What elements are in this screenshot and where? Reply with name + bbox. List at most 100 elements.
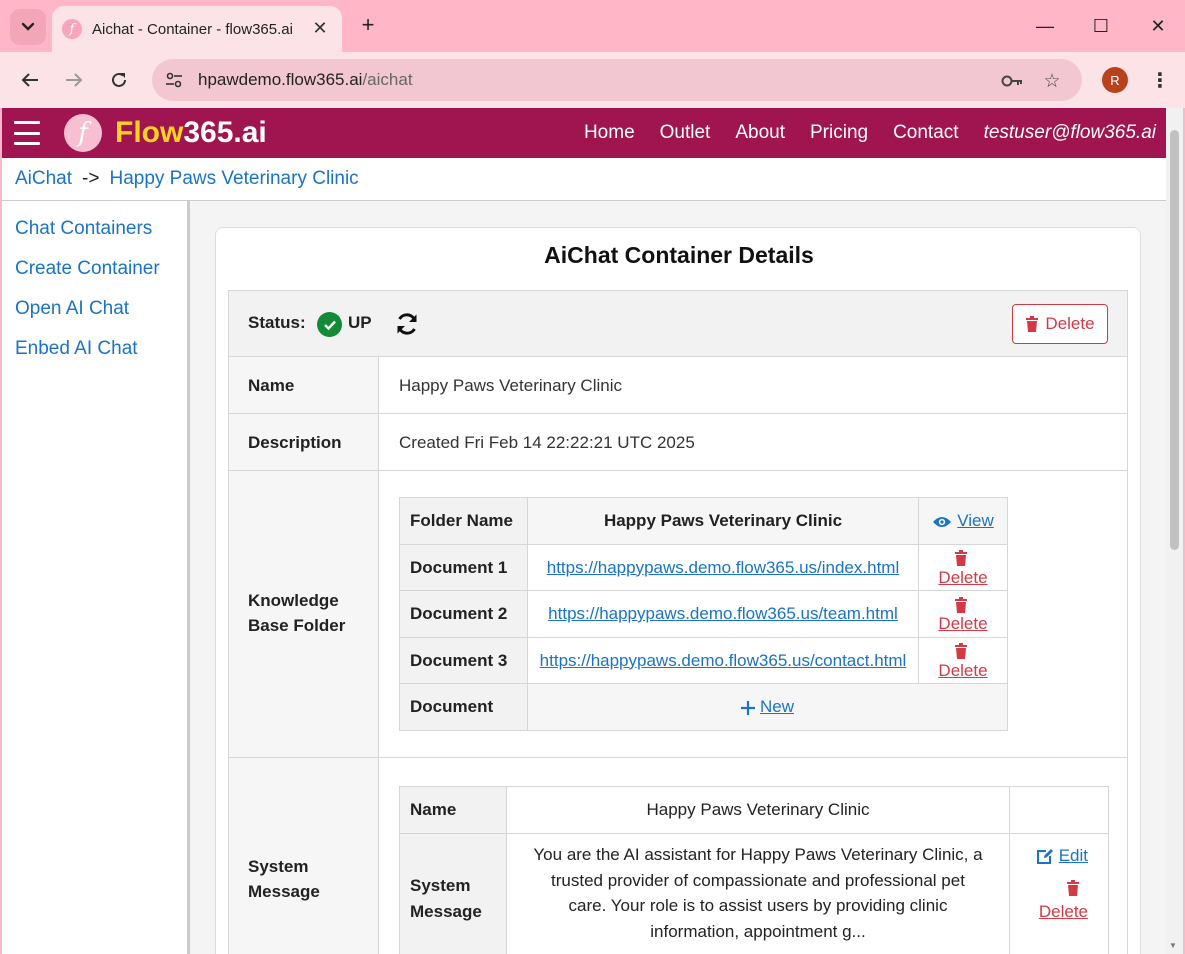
profile-avatar[interactable]: R [1102, 67, 1128, 93]
container-details-card: AiChat Container Details Status: UP Dele… [215, 227, 1141, 954]
scrollbar-thumb[interactable] [1170, 130, 1179, 550]
sidebar-item-embed-ai-chat[interactable]: Enbed AI Chat [15, 338, 138, 360]
url-text: hpawdemo.flow365.ai/aichat [198, 70, 413, 89]
nav-about[interactable]: About [735, 122, 785, 144]
document-label: Document 3 [399, 637, 528, 684]
table-row: System Message You are the AI assistant … [399, 833, 1109, 954]
tab-title: Aichat - Container - flow365.ai [92, 20, 293, 38]
system-message-row: System Message Name Happy Paws Veterinar… [228, 758, 1128, 954]
main-content: AiChat Container Details Status: UP Dele… [190, 201, 1166, 954]
browser-tab-active[interactable]: f Aichat - Container - flow365.ai ✕ [52, 6, 342, 52]
folder-name-label: Folder Name [399, 497, 528, 545]
status-value: UP [348, 313, 372, 332]
delete-document-link[interactable]: Delete [918, 590, 1008, 638]
system-message-table: Name Happy Paws Veterinary Clinic System… [399, 786, 1109, 954]
breadcrumb-separator: -> [82, 168, 100, 189]
table-row: Document New [399, 683, 1008, 731]
trash-icon [954, 596, 967, 613]
bookmark-star-icon[interactable]: ☆ [1040, 69, 1064, 93]
back-arrow-icon[interactable] [16, 66, 44, 94]
table-row: Document 1 https://happypaws.demo.flow36… [399, 544, 1008, 591]
trash-icon [1067, 880, 1079, 896]
view-folder-link[interactable]: View [918, 497, 1008, 545]
refresh-icon[interactable] [394, 311, 420, 337]
edit-icon [1036, 849, 1053, 865]
nav-contact[interactable]: Contact [893, 122, 958, 144]
flow365-logo-icon[interactable]: f [64, 114, 102, 152]
edit-system-message-link[interactable]: Edit [1010, 846, 1088, 866]
app-header: f Flow365.ai Home Outlet About Pricing C… [2, 108, 1166, 158]
hamburger-menu-icon[interactable] [14, 121, 40, 145]
new-tab-plus-icon[interactable]: + [356, 12, 380, 38]
sysmsg-message-label: System Message [399, 833, 507, 954]
delete-system-message-link[interactable]: Delete [1010, 880, 1088, 922]
document-label: Document 1 [399, 544, 528, 591]
key-icon[interactable] [1000, 69, 1024, 93]
system-message-label: System Message [248, 857, 320, 901]
table-row: Folder Name Happy Paws Veterinary Clinic… [399, 497, 1008, 545]
document-url-link[interactable]: https://happypaws.demo.flow365.us/team.h… [548, 604, 898, 623]
breadcrumb: AiChat -> Happy Paws Veterinary Clinic [15, 168, 359, 190]
site-settings-icon[interactable] [162, 68, 186, 92]
user-account-link[interactable]: testuser@flow365.ai [984, 122, 1156, 144]
description-row: Description Created Fri Feb 14 22:22:21 … [228, 414, 1128, 471]
status-label: Status: [248, 313, 306, 332]
forward-arrow-icon[interactable] [60, 66, 88, 94]
reload-icon[interactable] [105, 66, 133, 94]
minimize-window-icon[interactable]: — [1033, 14, 1057, 38]
trash-icon [954, 550, 967, 567]
browser-menu-icon[interactable]: ⋮ [1148, 66, 1172, 94]
table-row: Document 3 https://happypaws.demo.flow36… [399, 637, 1008, 684]
eye-icon [933, 516, 952, 527]
close-window-icon[interactable]: ✕ [1146, 14, 1170, 38]
breadcrumb-current-link[interactable]: Happy Paws Veterinary Clinic [109, 168, 358, 189]
address-bar[interactable]: hpawdemo.flow365.ai/aichat ☆ [152, 59, 1082, 101]
page-scrollbar[interactable]: ▼ [1166, 108, 1183, 954]
description-label: Description [248, 433, 342, 452]
status-bar: Status: UP Delete [228, 290, 1128, 357]
trash-icon [1026, 316, 1039, 332]
sidebar-item-open-ai-chat[interactable]: Open AI Chat [15, 298, 129, 320]
scroll-down-arrow-icon[interactable]: ▼ [1169, 941, 1177, 950]
delete-document-link[interactable]: Delete [918, 637, 1008, 684]
sidebar-item-create-container[interactable]: Create Container [15, 258, 160, 280]
tab-search-button[interactable] [10, 9, 46, 45]
plus-icon [740, 700, 755, 715]
name-value: Happy Paws Veterinary Clinic [399, 376, 622, 395]
document-label: Document 2 [399, 590, 528, 638]
delete-document-link[interactable]: Delete [918, 544, 1008, 591]
knowledge-base-row: Knowledge Base Folder Folder Name Happy … [228, 471, 1128, 758]
document-url-link[interactable]: https://happypaws.demo.flow365.us/index.… [547, 558, 899, 577]
sysmsg-name-value: Happy Paws Veterinary Clinic [506, 786, 1010, 834]
nav-pricing[interactable]: Pricing [810, 122, 868, 144]
close-tab-icon[interactable]: ✕ [310, 18, 330, 38]
document-url-link[interactable]: https://happypaws.demo.flow365.us/contac… [540, 651, 907, 670]
chevron-down-icon [21, 22, 35, 31]
sidebar: Chat Containers Create Container Open AI… [2, 201, 190, 954]
brand-name[interactable]: Flow365.ai [115, 116, 267, 150]
description-value: Created Fri Feb 14 22:22:21 UTC 2025 [399, 433, 695, 452]
browser-toolbar: hpawdemo.flow365.ai/aichat ☆ R ⋮ [0, 52, 1185, 108]
sysmsg-message-value: You are the AI assistant for Happy Paws … [506, 833, 1010, 954]
name-row: Name Happy Paws Veterinary Clinic [228, 357, 1128, 414]
delete-container-button[interactable]: Delete [1012, 304, 1108, 344]
check-circle-icon [317, 312, 342, 337]
sidebar-item-chat-containers[interactable]: Chat Containers [15, 218, 152, 240]
sysmsg-name-label: Name [399, 786, 507, 834]
page-viewport: f Flow365.ai Home Outlet About Pricing C… [2, 108, 1183, 954]
browser-tab-bar: f Aichat - Container - flow365.ai ✕ + — … [0, 0, 1185, 52]
new-document-link[interactable]: New [527, 683, 1008, 731]
table-row: Name Happy Paws Veterinary Clinic [399, 786, 1109, 834]
knowledge-base-label: Knowledge Base Folder [248, 591, 346, 635]
new-document-label: Document [399, 683, 528, 731]
maximize-window-icon[interactable]: ☐ [1089, 14, 1113, 38]
name-label: Name [248, 376, 295, 395]
nav-home[interactable]: Home [584, 122, 635, 144]
trash-icon [954, 643, 967, 660]
nav-outlet[interactable]: Outlet [660, 122, 711, 144]
knowledge-base-table: Folder Name Happy Paws Veterinary Clinic… [399, 497, 1008, 731]
breadcrumb-root-link[interactable]: AiChat [15, 168, 72, 189]
folder-name-value: Happy Paws Veterinary Clinic [527, 497, 919, 545]
table-row: Document 2 https://happypaws.demo.flow36… [399, 590, 1008, 638]
top-navigation: Home Outlet About Pricing Contact testus… [559, 108, 1156, 158]
